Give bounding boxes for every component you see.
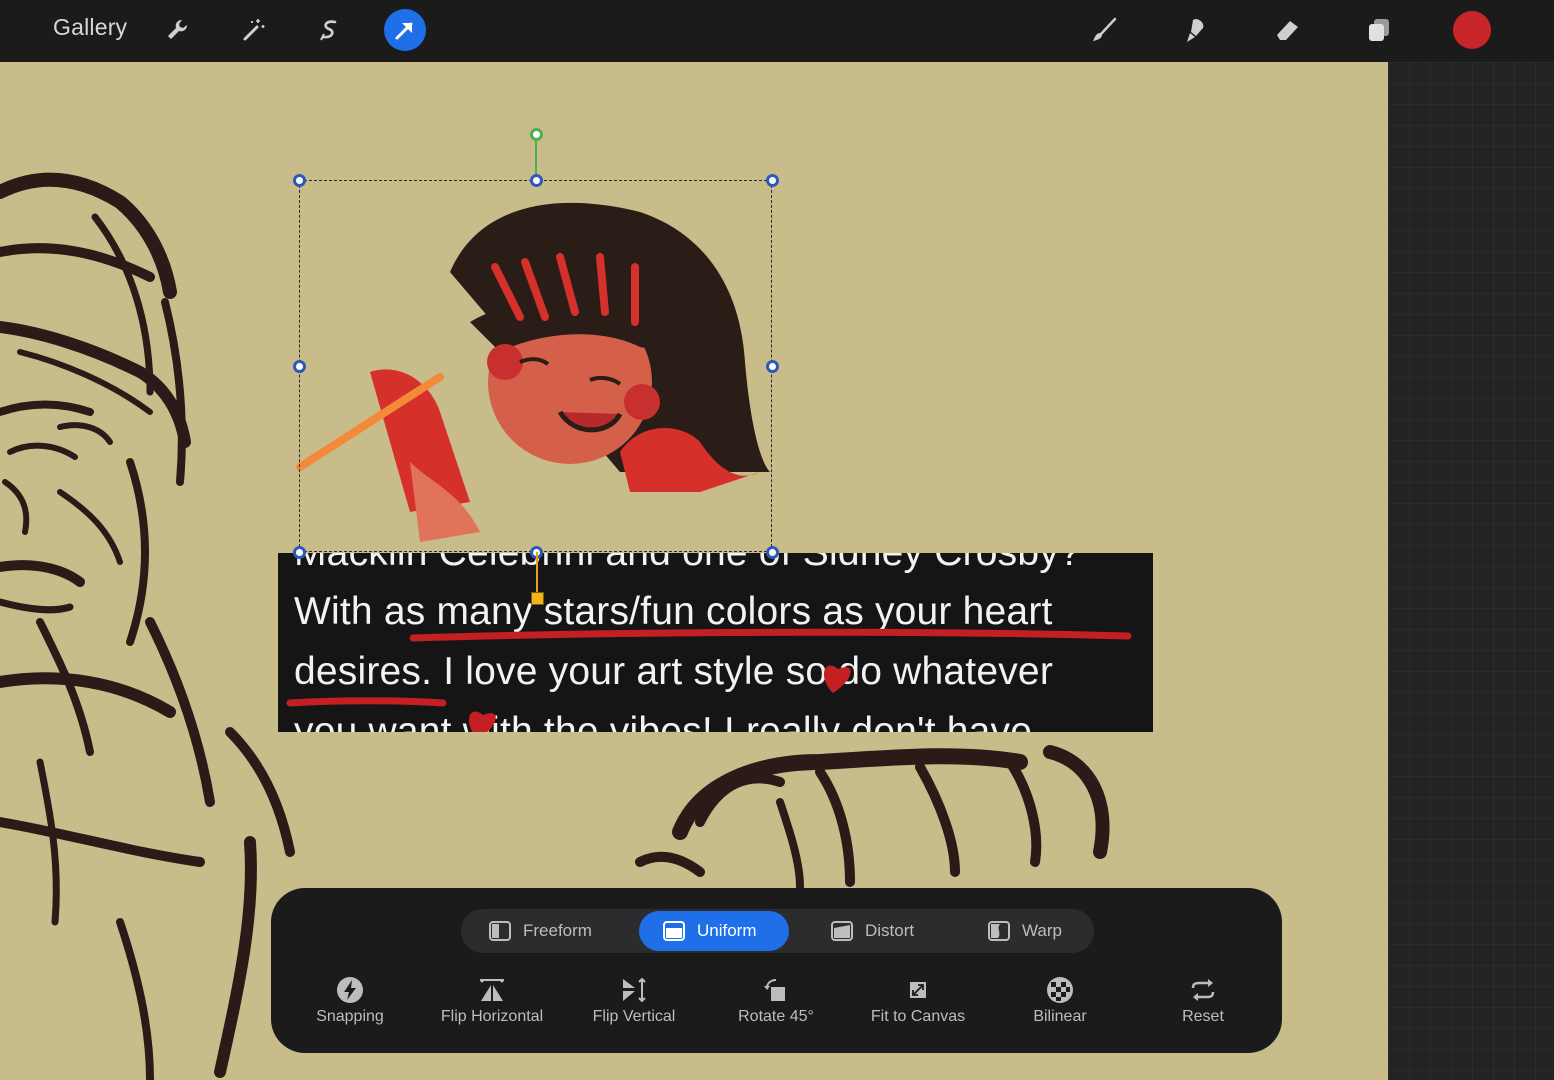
transform-toolbar: Freeform Uniform Distort Warp Snapping F… (271, 888, 1282, 1053)
mode-label: Freeform (523, 921, 592, 940)
action-label: Reset (1182, 1008, 1224, 1025)
handle-middle-right[interactable] (766, 360, 779, 373)
gallery-button[interactable]: Gallery (53, 14, 127, 41)
selection-s-icon[interactable] (308, 9, 350, 51)
text-screenshot-card: Macklin Celebrini and one of Sidney Cros… (278, 553, 1153, 732)
action-label: Bilinear (1033, 1008, 1087, 1025)
wrench-icon[interactable] (156, 9, 198, 51)
flip-horizontal-icon (480, 979, 504, 1001)
workspace-background (1388, 62, 1554, 1080)
freeform-icon (489, 921, 511, 941)
mode-freeform-button[interactable]: Freeform (477, 911, 627, 951)
mode-label: Distort (865, 921, 915, 940)
brush-icon[interactable] (1083, 9, 1125, 51)
action-label: Flip Vertical (592, 1008, 676, 1025)
action-label: Rotate 45° (738, 1008, 814, 1025)
handle-top-center[interactable] (530, 174, 543, 187)
uniform-icon (663, 921, 685, 941)
color-swatch-button[interactable] (1453, 11, 1491, 49)
snapping-button[interactable]: Snapping (275, 976, 425, 1026)
flip-horizontal-button[interactable]: Flip Horizontal (417, 976, 567, 1026)
handle-bottom-right[interactable] (766, 546, 779, 559)
mode-label: Warp (1022, 921, 1062, 940)
distort-icon (831, 921, 853, 941)
bilinear-button[interactable]: Bilinear (985, 976, 1135, 1026)
procreate-app: Gallery With as many stars/fun colors as… (0, 0, 1554, 1080)
handle-middle-left[interactable] (293, 360, 306, 373)
pivot-point-handle[interactable] (531, 592, 544, 605)
handle-top-left[interactable] (293, 174, 306, 187)
flip-vertical-icon (623, 977, 646, 1003)
flip-vertical-button[interactable]: Flip Vertical (559, 976, 709, 1026)
magic-wand-icon[interactable] (232, 9, 274, 51)
rotate-45-button[interactable]: Rotate 45° (701, 976, 851, 1026)
warp-icon (988, 921, 1010, 941)
action-label: Flip Horizontal (440, 1008, 544, 1025)
transform-mode-selector: Freeform Uniform Distort Warp (461, 909, 1094, 953)
handle-bottom-left[interactable] (293, 546, 306, 559)
fit-to-canvas-icon (910, 982, 926, 998)
layers-icon[interactable] (1358, 9, 1400, 51)
mode-uniform-button[interactable]: Uniform (639, 911, 789, 951)
lightning-icon (337, 977, 363, 1003)
eraser-icon[interactable] (1266, 9, 1308, 51)
red-annotation-marks (286, 628, 1132, 732)
mode-label: Uniform (697, 921, 757, 940)
reset-button[interactable]: Reset (1128, 976, 1278, 1026)
mode-warp-button[interactable]: Warp (976, 911, 1086, 951)
action-label: Fit to Canvas (870, 1008, 966, 1025)
mode-distort-button[interactable]: Distort (819, 911, 949, 951)
transform-arrow-icon[interactable] (384, 9, 426, 51)
checker-sphere-icon (1047, 977, 1073, 1003)
fit-to-canvas-button[interactable]: Fit to Canvas (843, 976, 993, 1026)
rotation-handle[interactable] (530, 128, 543, 141)
handle-top-right[interactable] (766, 174, 779, 187)
rotate-icon (764, 979, 785, 1001)
reset-arrows-icon (1191, 979, 1215, 1001)
top-toolbar: Gallery (0, 0, 1554, 62)
action-label: Snapping (316, 1008, 384, 1025)
smudge-icon[interactable] (1174, 9, 1216, 51)
